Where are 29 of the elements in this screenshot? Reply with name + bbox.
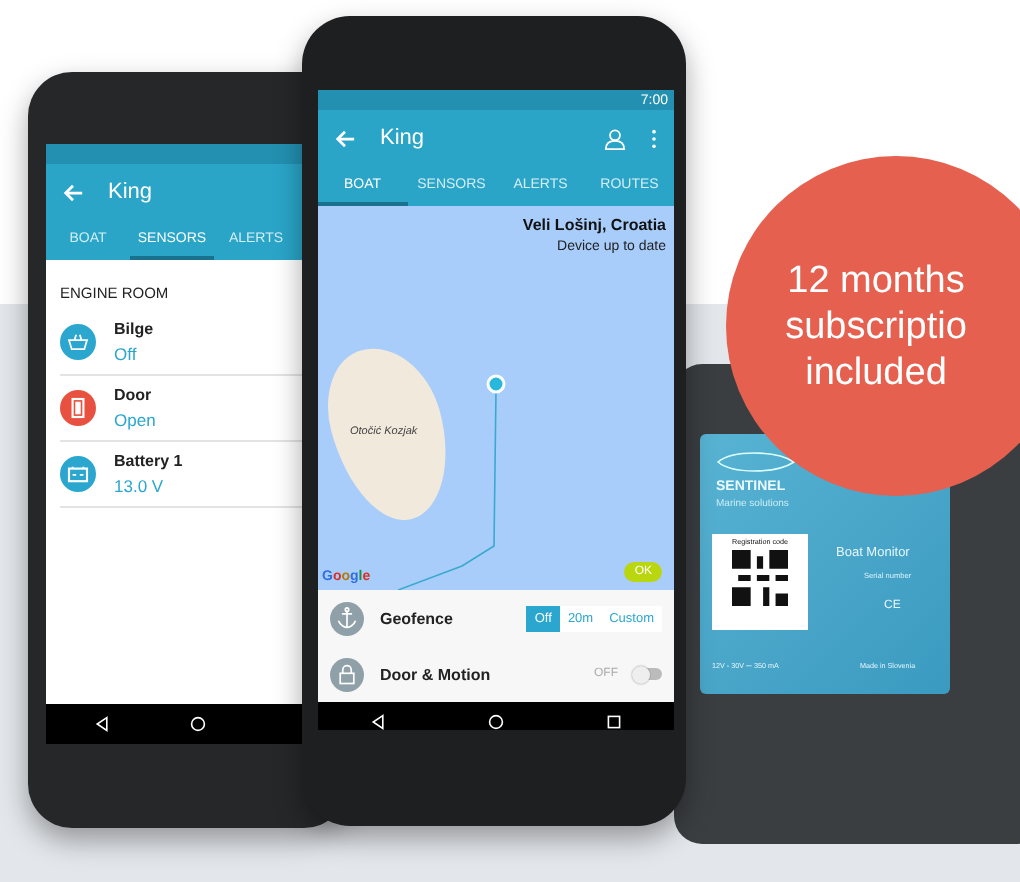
app-title: King <box>108 180 153 204</box>
anchor-icon <box>330 601 364 635</box>
badge-text: included <box>805 349 947 395</box>
app-title: King <box>380 126 425 150</box>
back-icon[interactable] <box>94 716 110 732</box>
more-menu-icon[interactable] <box>650 127 658 149</box>
home-icon[interactable] <box>487 714 504 730</box>
setting-label: Door & Motion <box>380 665 491 683</box>
back-arrow-icon[interactable] <box>62 181 84 203</box>
lock-icon <box>330 657 364 691</box>
badge-text: subscriptio <box>785 303 967 349</box>
back-arrow-icon[interactable] <box>334 127 356 149</box>
home-icon[interactable] <box>190 716 206 732</box>
sensor-name: Door <box>114 386 154 404</box>
sensor-value: Off <box>114 344 139 364</box>
toggle-switch[interactable] <box>634 668 662 680</box>
back-icon[interactable] <box>369 714 386 730</box>
person-icon[interactable] <box>604 127 626 149</box>
recents-icon[interactable] <box>606 714 623 730</box>
boat-logo-icon <box>716 450 796 474</box>
sensor-value: Open <box>114 410 156 430</box>
qr-code-icon <box>732 550 788 606</box>
badge-text: 12 months <box>787 257 965 303</box>
sensor-value: 13.0 V <box>114 476 166 496</box>
boat-position-marker <box>486 374 506 394</box>
setting-label: Geofence <box>380 609 453 627</box>
location-name: Veli Lošinj, Croatia <box>522 216 666 234</box>
sensor-name: Battery 1 <box>114 452 183 470</box>
sensor-name: Bilge <box>114 320 154 338</box>
